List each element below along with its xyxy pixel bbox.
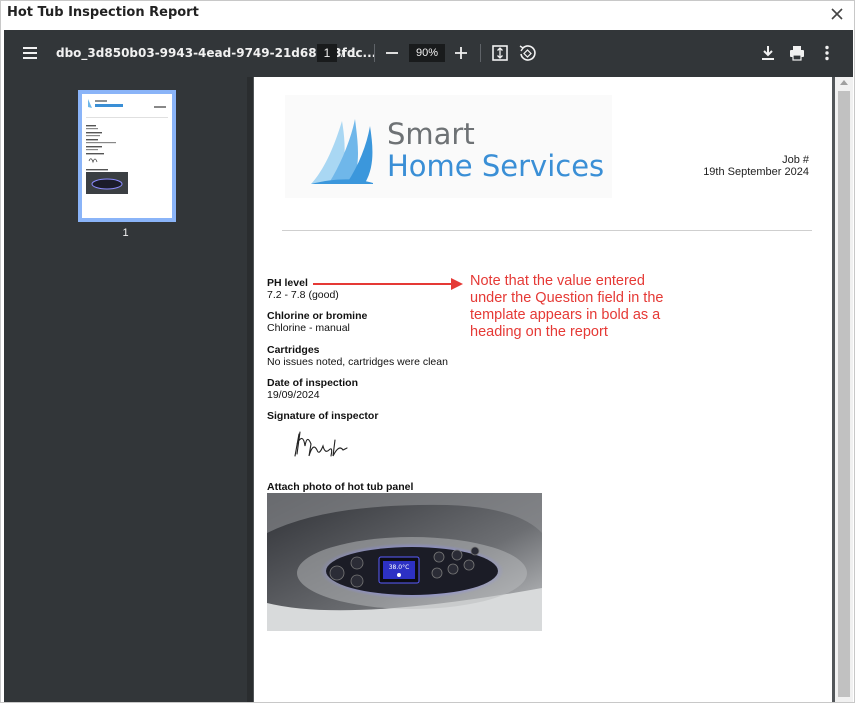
pdf-page: Smart Home Services Job # 19th September… xyxy=(254,77,832,702)
field-date-of-inspection: Date of inspection 19/09/2024 xyxy=(267,377,358,401)
field-question: Date of inspection xyxy=(267,377,359,389)
page-separator: / xyxy=(341,46,345,60)
rotate-icon[interactable] xyxy=(517,43,537,63)
print-icon[interactable] xyxy=(787,43,807,63)
pdf-viewer: dbo_3d850b03-9943-4ead-9749-21d68583fdc.… xyxy=(4,30,853,702)
logo-text-line2: Home Services xyxy=(387,149,605,183)
annotation-arrow-icon xyxy=(313,278,463,290)
field-answer: 19/09/2024 xyxy=(267,389,320,401)
annotation-note: Note that the value entered under the Qu… xyxy=(470,273,664,340)
thumbnail-sidebar: 1 xyxy=(4,77,247,702)
field-signature: Signature of inspector xyxy=(267,410,378,422)
company-logo: Smart Home Services xyxy=(285,95,612,198)
field-question: Signature of inspector xyxy=(267,410,379,422)
thumbnail-preview xyxy=(86,99,168,194)
page-total: 1 xyxy=(350,46,357,60)
close-icon[interactable] xyxy=(828,5,846,23)
logo-text-line1: Smart xyxy=(387,117,475,151)
zoom-in-icon[interactable] xyxy=(451,43,471,63)
header-divider xyxy=(282,230,812,231)
scroll-up-arrow-icon[interactable] xyxy=(840,80,848,85)
job-number-label: Job # xyxy=(782,154,809,166)
zoom-input[interactable]: 90% xyxy=(409,44,445,62)
job-info: Job # 19th September 2024 xyxy=(703,154,809,178)
field-question: Chlorine or bromine xyxy=(267,310,368,322)
pdf-toolbar: dbo_3d850b03-9943-4ead-9749-21d68583fdc.… xyxy=(4,30,853,77)
field-answer: No issues noted, cartridges were clean xyxy=(267,356,448,368)
thumbnail-page-number: 1 xyxy=(122,227,129,239)
page-thumbnail[interactable] xyxy=(78,90,176,222)
vertical-scrollbar[interactable] xyxy=(835,77,853,702)
panel-display-temp: 38.0°C xyxy=(389,564,410,571)
page-number-input[interactable]: 1 xyxy=(317,44,337,62)
fit-page-icon[interactable] xyxy=(490,43,510,63)
photo-label: Attach photo of hot tub panel xyxy=(267,481,414,493)
toolbar-divider xyxy=(480,44,481,62)
report-dialog: Hot Tub Inspection Report dbo_3d850b03-9… xyxy=(0,0,855,703)
scrollbar-thumb[interactable] xyxy=(838,91,850,697)
inspector-signature xyxy=(294,431,348,457)
dialog-titlebar: Hot Tub Inspection Report xyxy=(1,1,854,29)
sidebar-divider xyxy=(247,77,253,702)
wave-logo-icon xyxy=(311,119,373,184)
menu-icon[interactable] xyxy=(20,43,40,63)
field-answer: Chlorine - manual xyxy=(267,322,350,334)
zoom-out-icon[interactable] xyxy=(382,43,402,63)
more-options-icon[interactable] xyxy=(817,43,837,63)
hot-tub-panel-photo: 38.0°C xyxy=(267,493,542,631)
report-date: 19th September 2024 xyxy=(703,166,809,178)
toolbar-divider xyxy=(374,44,375,62)
hot-tub-panel-image: 38.0°C xyxy=(267,493,542,631)
dialog-title: Hot Tub Inspection Report xyxy=(7,5,199,20)
field-cartridges: Cartridges No issues noted, cartridges w… xyxy=(267,344,448,368)
field-question: Cartridges xyxy=(267,344,320,356)
download-icon[interactable] xyxy=(758,43,778,63)
field-chlorine: Chlorine or bromine Chlorine - manual xyxy=(267,310,367,334)
